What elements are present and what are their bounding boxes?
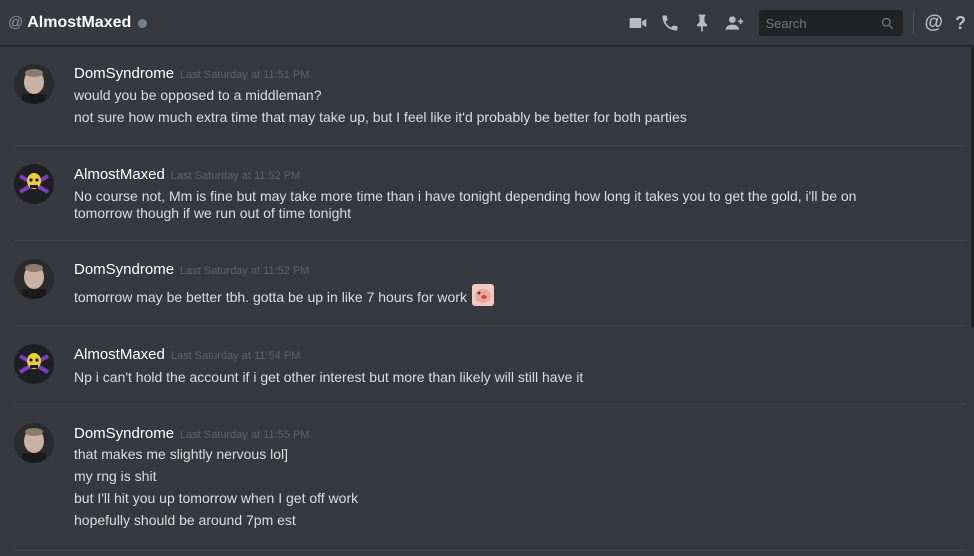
add-friend-icon[interactable]	[723, 12, 745, 34]
message-timestamp: Last Saturday at 11:52 PM	[180, 265, 310, 277]
message-text: tomorrow though if we run out of time to…	[74, 205, 352, 221]
message-timestamp: Last Saturday at 11:54 PM	[170, 350, 301, 362]
search-input[interactable]: Search	[759, 10, 904, 36]
message-group: DomSyndrome Last Saturday at 11:51 PM wou…	[0, 47, 974, 146]
kiss-emoji-icon[interactable]	[471, 284, 494, 311]
message-text: tomorrow may be better tbh. gotta be up …	[74, 289, 467, 305]
message-group: AlmostMaxed Last Saturday at 11:52 PM No …	[0, 146, 974, 241]
message-timestamp: Last Saturday at 11:51 PM	[180, 69, 310, 81]
message-text: would you be opposed to a middleman?	[74, 87, 322, 103]
message-group: AlmostMaxed Last Saturday at 11:54 PM Np …	[0, 326, 974, 405]
at-icon: @	[8, 14, 24, 31]
message-author[interactable]: DomSyndrome	[74, 65, 174, 82]
message-author[interactable]: AlmostMaxed	[74, 346, 165, 363]
avatar[interactable]	[14, 344, 54, 384]
search-icon	[882, 17, 894, 29]
avatar[interactable]	[14, 423, 54, 463]
message-author[interactable]: DomSyndrome	[74, 261, 174, 278]
header-toolbar: Search @ ?	[627, 0, 974, 46]
voice-call-icon[interactable]	[659, 12, 681, 34]
channel-title: AlmostMaxed	[27, 13, 132, 31]
message-author[interactable]: AlmostMaxed	[74, 166, 165, 183]
message-text: Np i can't hold the account if i get oth…	[74, 369, 584, 385]
message-text: No course not, Mm is fine but may take m…	[74, 188, 857, 204]
avatar[interactable]	[14, 259, 54, 299]
message-group: DomSyndrome Last Saturday at 11:55 PM tha…	[0, 405, 974, 551]
message-text: that makes me slightly nervous lol]	[74, 446, 288, 462]
search-placeholder: Search	[765, 15, 807, 31]
message-text: my rng is shit	[74, 468, 157, 484]
avatar[interactable]	[14, 64, 54, 104]
message-author[interactable]: DomSyndrome	[74, 425, 174, 442]
pin-icon[interactable]	[691, 12, 713, 34]
mention-icon[interactable]: @	[924, 12, 943, 34]
message-text: but I'll hit you up tomorrow when I get …	[74, 490, 359, 506]
message-text: hopefully should be around 7pm est	[74, 512, 296, 528]
help-icon[interactable]: ?	[955, 13, 966, 34]
video-call-icon[interactable]	[627, 12, 649, 34]
message-divider	[14, 550, 966, 551]
toolbar-divider	[913, 12, 915, 34]
channel-header: @ AlmostMaxed Search @ ?	[0, 0, 974, 46]
message-timestamp: Last Saturday at 11:52 PM	[170, 170, 301, 182]
status-indicator	[138, 19, 148, 28]
message-timestamp: Last Saturday at 11:55 PM	[180, 429, 310, 441]
message-list: DomSyndrome Last Saturday at 11:51 PM wou…	[0, 47, 974, 551]
message-text: not sure how much extra time that may ta…	[74, 109, 687, 125]
message-group: DomSyndrome Last Saturday at 11:52 PM tom…	[0, 241, 974, 326]
avatar[interactable]	[14, 164, 54, 204]
